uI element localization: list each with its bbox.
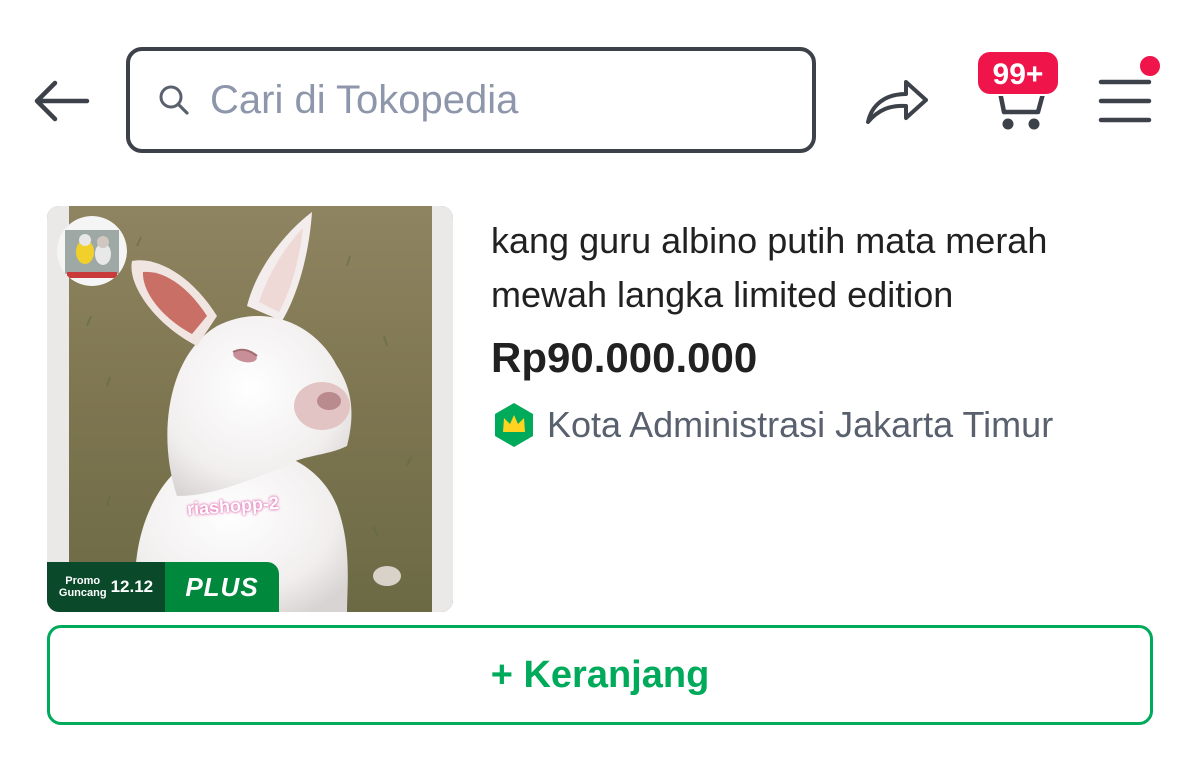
product-listing-page: 99+: [0, 0, 1200, 758]
share-icon: [866, 80, 928, 124]
menu-button[interactable]: [1092, 54, 1166, 134]
promo-label: Promo Guncang 12.12 PLUS: [47, 562, 279, 612]
plus-badge: PLUS: [165, 562, 279, 612]
cart-button[interactable]: 99+: [972, 48, 1066, 138]
share-button[interactable]: [858, 66, 936, 136]
plus-label: PLUS: [185, 571, 259, 602]
hamburger-menu-icon: [1098, 79, 1152, 123]
product-image[interactable]: riashopp-2 Promo Guncang 12.12 PLUS: [47, 206, 453, 612]
cart-count-badge: 99+: [976, 50, 1060, 96]
promo-number: 12.12: [110, 577, 154, 596]
add-to-cart-button[interactable]: + Keranjang: [47, 625, 1153, 725]
promo-line1: Promo: [65, 575, 101, 587]
back-button[interactable]: [26, 66, 96, 136]
product-title[interactable]: kang guru albino putih mata merah mewah …: [491, 214, 1171, 322]
search-input[interactable]: [210, 77, 770, 123]
store-logo: [57, 216, 127, 286]
shop-location: Kota Administrasi Jakarta Timur: [493, 402, 1053, 448]
search-bar[interactable]: [126, 47, 816, 153]
promo-line2: Guncang: [58, 587, 107, 599]
arrow-left-icon: [34, 80, 90, 122]
search-icon: [156, 82, 192, 118]
location-text: Kota Administrasi Jakarta Timur: [547, 404, 1054, 445]
product-price: Rp90.000.000: [491, 334, 758, 381]
official-crown-badge-icon: [495, 403, 533, 447]
promo-guncang-badge: Promo Guncang 12.12: [47, 562, 165, 612]
notification-dot: [1138, 54, 1162, 78]
